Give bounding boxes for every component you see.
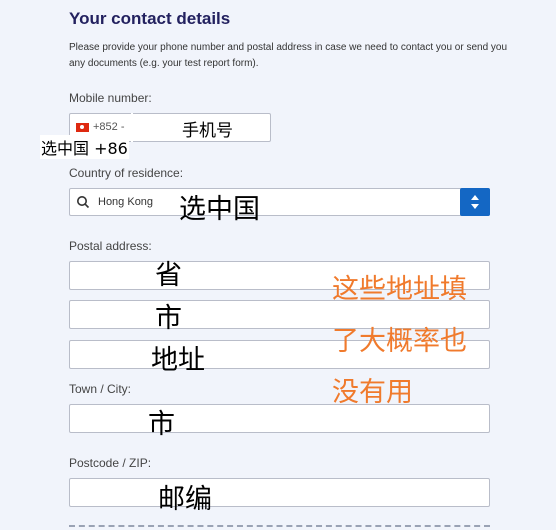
section-divider (69, 525, 490, 527)
select-arrows-icon[interactable] (460, 188, 490, 216)
page-title: Your contact details (69, 9, 231, 28)
annotation-comment-line2: 了大概率也 (332, 326, 467, 357)
postcode-label: Postcode / ZIP: (69, 456, 152, 470)
country-annotation: 选中国 (179, 194, 260, 225)
mobile-overlay (131, 113, 133, 142)
phone-annotation: 手机号 (182, 121, 233, 141)
postcode-annotation: 邮编 (158, 484, 212, 515)
annotation-comment-line1: 这些地址填 (332, 274, 467, 305)
country-label: Country of residence: (69, 166, 184, 180)
search-icon (77, 196, 90, 209)
postal-annotation-1: 省 (155, 260, 182, 291)
country-code-annotation: 选中国 +86 (40, 135, 129, 159)
postal-annotation-2: 市 (155, 303, 182, 334)
postal-annotation-3: 地址 (151, 345, 205, 376)
postal-label: Postal address: (69, 239, 152, 253)
country-value: Hong Kong (98, 196, 154, 208)
dial-code[interactable]: +852 - (93, 121, 125, 133)
postcode-input[interactable] (69, 478, 490, 507)
town-annotation: 市 (148, 409, 175, 440)
town-input[interactable] (69, 404, 490, 433)
mobile-label: Mobile number: (69, 91, 152, 105)
intro-text: Please provide your phone number and pos… (69, 42, 508, 69)
hong-kong-flag-icon[interactable] (76, 123, 89, 132)
town-label: Town / City: (69, 382, 132, 396)
